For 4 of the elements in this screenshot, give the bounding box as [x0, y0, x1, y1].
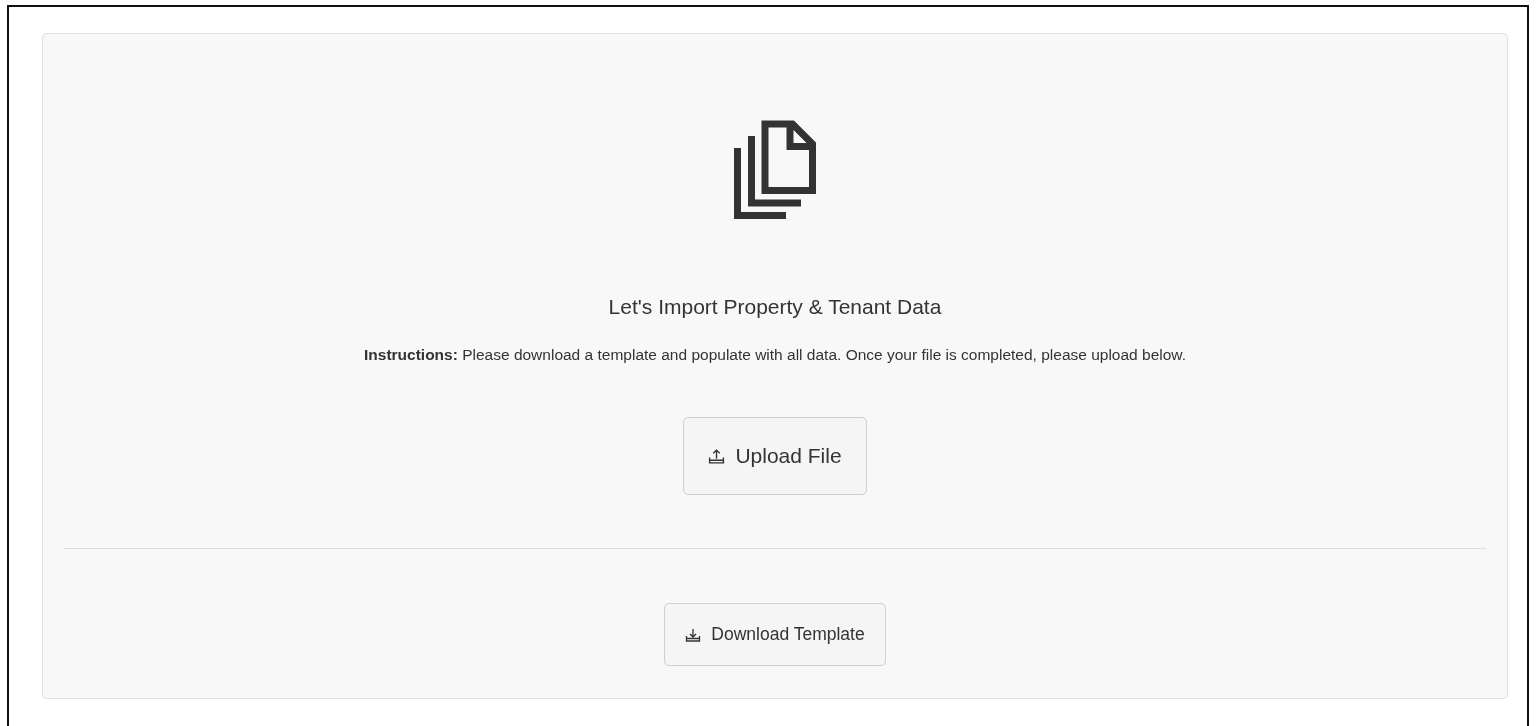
instructions-text: Instructions: Please download a template and populate with all data. Once your file is completed, please upload below.: [364, 346, 1186, 365]
import-title: Let's Import Property & Tenant Data: [608, 294, 942, 320]
download-template-button[interactable]: Download Template: [664, 603, 886, 667]
upload-file-button[interactable]: Upload File: [683, 417, 867, 496]
